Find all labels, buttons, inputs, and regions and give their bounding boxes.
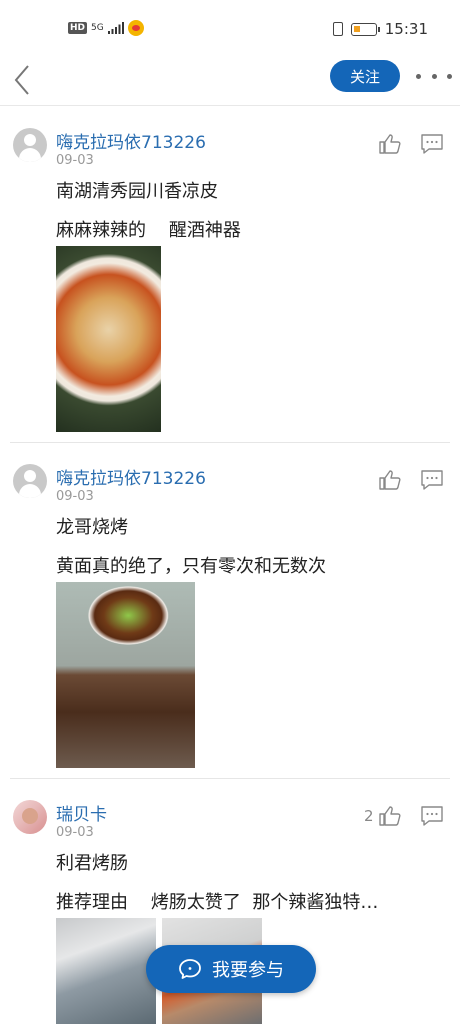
avatar[interactable] <box>13 128 47 162</box>
chat-bubble-icon <box>179 959 201 979</box>
username[interactable]: 嗨克拉玛依713226 <box>56 464 206 489</box>
comment-date: 09-03 <box>56 825 94 840</box>
more-dot-icon <box>416 73 421 79</box>
divider <box>10 442 450 443</box>
comment-photo[interactable] <box>56 246 161 432</box>
more-button[interactable] <box>416 64 452 88</box>
comment-icon <box>421 134 443 154</box>
comment-title: 南湖清秀园川香凉皮 <box>56 181 218 202</box>
comment-text: 推荐理由 烤肠太赞了 那个辣酱独特… <box>56 892 379 913</box>
comment-date: 09-03 <box>56 489 94 504</box>
participate-button[interactable]: 我要参与 <box>146 945 316 993</box>
battery-icon <box>350 22 380 36</box>
thumbs-up-icon <box>379 806 401 826</box>
reply-button[interactable] <box>420 133 444 155</box>
divider <box>10 778 450 779</box>
like-button[interactable] <box>378 133 402 155</box>
username[interactable]: 嗨克拉玛依713226 <box>56 128 206 153</box>
comment-text: 麻麻辣辣的 醒酒神器 <box>56 220 241 241</box>
like-button[interactable] <box>378 805 402 827</box>
username[interactable]: 瑞贝卡 <box>56 800 107 825</box>
status-bar: HD 5G 15:31 <box>0 0 460 56</box>
comment-photo[interactable] <box>56 582 195 768</box>
top-nav: 关注 <box>0 56 460 106</box>
avatar[interactable] <box>13 800 47 834</box>
comment-date: 09-03 <box>56 153 94 168</box>
comment-icon <box>421 806 443 826</box>
signal-icon <box>107 22 124 34</box>
avatar[interactable] <box>13 464 47 498</box>
thumbs-up-icon <box>379 134 401 154</box>
follow-button[interactable]: 关注 <box>330 60 400 92</box>
network-label: 5G <box>91 22 104 33</box>
more-dot-icon <box>431 73 437 79</box>
chevron-left-icon <box>14 65 29 95</box>
weibo-icon <box>127 20 144 36</box>
reply-button[interactable] <box>420 805 444 827</box>
more-dot-icon <box>447 73 452 79</box>
vibrate-icon <box>332 22 343 36</box>
status-left: HD 5G <box>68 20 144 36</box>
clock: 15:31 <box>384 20 428 38</box>
back-button[interactable] <box>12 62 36 98</box>
status-right: 15:31 <box>332 20 428 38</box>
comment-title: 利君烤肠 <box>56 853 128 874</box>
thumbs-up-icon <box>379 470 401 490</box>
like-count: 2 <box>364 807 374 825</box>
comment-photo[interactable] <box>56 918 156 1024</box>
comment-icon <box>421 470 443 490</box>
hd-badge: HD <box>68 22 88 34</box>
comment-title: 龙哥烧烤 <box>56 517 128 538</box>
reply-button[interactable] <box>420 469 444 491</box>
participate-label: 我要参与 <box>212 960 284 981</box>
like-button[interactable] <box>378 469 402 491</box>
comment-text: 黄面真的绝了，只有零次和无数次 <box>56 556 326 577</box>
